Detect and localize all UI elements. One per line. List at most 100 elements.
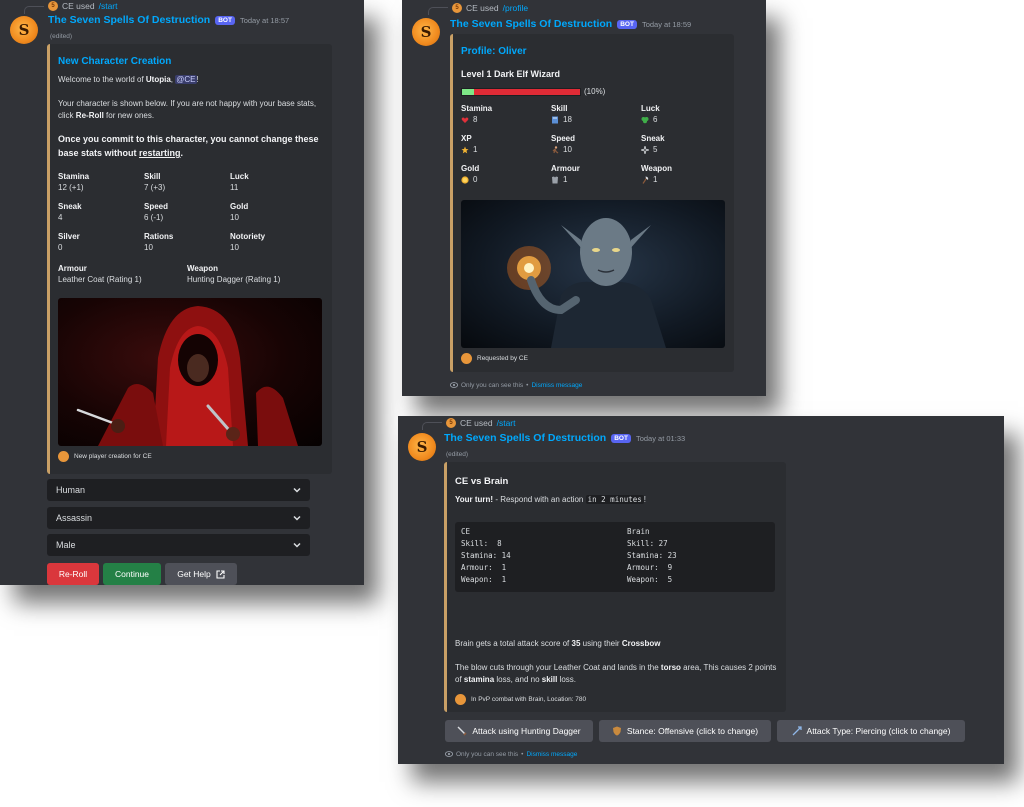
continue-button[interactable]: Continue xyxy=(103,563,161,585)
shown-suffix: for new ones. xyxy=(106,111,155,120)
svg-text:S: S xyxy=(421,23,432,41)
gender-select[interactable]: Male xyxy=(47,534,310,556)
reply-command[interactable]: /start xyxy=(497,418,516,428)
eye-icon xyxy=(445,751,453,757)
opponent-stat-line: Stamina: 23 xyxy=(627,551,677,560)
field-name: Armour xyxy=(58,264,87,273)
field-value: 11 xyxy=(230,183,239,192)
value-text: 8 xyxy=(473,115,478,124)
reply-avatar: 5 xyxy=(446,418,456,428)
combat-panel: 5 CE used /start S The Seven Spells Of D… xyxy=(398,416,1004,764)
embed-footer: New player creation for CE xyxy=(58,451,152,462)
field-stamina: Stamina 8 xyxy=(461,104,551,126)
field-value: 6 (-1) xyxy=(144,213,164,222)
separator-dot: • xyxy=(521,750,524,758)
footer-text: In PvP combat with Brain, Location: 780 xyxy=(471,696,587,703)
field-name: Speed xyxy=(551,134,576,143)
ephemeral-notice: Only you can see this • Dismiss message xyxy=(445,750,577,758)
field-armour: Armour 1 xyxy=(551,164,641,186)
reply-avatar: 5 xyxy=(452,3,462,13)
blow-end: loss. xyxy=(559,675,577,684)
value-text: 1 xyxy=(563,175,568,184)
field-value: Leather Coat (Rating 1) xyxy=(58,275,142,284)
attack-button[interactable]: Attack using Hunting Dagger xyxy=(445,720,593,742)
command-reply[interactable]: 5 CE used /profile xyxy=(452,3,528,13)
stance-button[interactable]: Stance: Offensive (click to change) xyxy=(599,720,771,742)
star-icon xyxy=(461,146,469,154)
welcome-suffix: ! xyxy=(196,75,199,84)
player-stat-line: Armour: 1 xyxy=(461,563,507,572)
turn-text: Your turn! - Respond with an action in 2… xyxy=(455,494,646,506)
attack-mid: using their xyxy=(582,639,620,648)
field-notoriety: Notoriety 10 xyxy=(230,232,316,254)
field-value: 8 xyxy=(461,114,551,126)
profile-panel: 5 CE used /profile S The Seven Spells Of… xyxy=(402,0,766,396)
field-name: Sneak xyxy=(58,202,82,211)
field-name: Gold xyxy=(461,164,480,173)
bot-name[interactable]: The Seven Spells Of Destruction xyxy=(450,18,612,30)
field-value: 1 xyxy=(551,174,641,186)
field-luck: Luck 6 xyxy=(641,104,731,126)
field-value: Hunting Dagger (Rating 1) xyxy=(187,275,281,284)
opponent-stats: Brain Skill: 27 Stamina: 23 Armour: 9 Weapon… xyxy=(627,526,677,586)
command-reply[interactable]: 5 CE used /start xyxy=(446,418,516,428)
bot-avatar[interactable]: S xyxy=(10,16,38,44)
button-label: Attack using Hunting Dagger xyxy=(472,726,581,736)
field-name: Rations xyxy=(144,232,174,241)
ephemeral-text: Only you can see this xyxy=(456,750,519,758)
bot-tag: BOT xyxy=(617,19,637,29)
ephemeral-notice: Only you can see this • Dismiss message xyxy=(450,381,582,389)
field-name: Armour xyxy=(551,164,580,173)
player-stat-line: Stamina: 14 xyxy=(461,551,511,560)
coin-icon xyxy=(461,176,469,184)
equipment-grid: Armour Leather Coat (Rating 1) Weapon Hunt… xyxy=(58,264,316,286)
dismiss-message-link[interactable]: Dismiss message xyxy=(526,751,577,758)
world-name: Utopia xyxy=(145,75,171,84)
field-value: 10 xyxy=(230,213,239,222)
field-sneak: Sneak 4 xyxy=(58,202,144,224)
reply-command[interactable]: /start xyxy=(99,1,118,11)
dismiss-message-link[interactable]: Dismiss message xyxy=(531,382,582,389)
field-value: 0 xyxy=(58,243,63,252)
footer-text: Requested by CE xyxy=(477,355,528,362)
user-mention[interactable]: @CE xyxy=(175,75,197,84)
reply-command[interactable]: /profile xyxy=(503,3,529,13)
field-name: Stamina xyxy=(461,104,493,113)
get-help-button[interactable]: Get Help xyxy=(165,563,237,585)
field-name: Luck xyxy=(230,172,249,181)
field-skill: Skill 18 xyxy=(551,104,641,126)
race-select[interactable]: Human xyxy=(47,479,310,501)
message-header: The Seven Spells Of Destruction BOT Toda… xyxy=(48,14,289,26)
xp-progress-fill xyxy=(462,89,474,95)
field-value: 1 xyxy=(641,174,731,186)
running-icon xyxy=(552,146,559,154)
field-sneak: Sneak 5 xyxy=(641,134,731,156)
player-stats: CE Skill: 8 Stamina: 14 Armour: 1 Weapon: 1 xyxy=(461,526,511,586)
attack-score: 35 xyxy=(571,639,581,648)
eye-icon xyxy=(450,382,458,388)
attack-prefix: Brain gets a total attack score of xyxy=(455,639,570,648)
bot-avatar[interactable]: S xyxy=(412,18,440,46)
field-value: 12 (+1) xyxy=(58,183,84,192)
embed-title: CE vs Brain xyxy=(455,476,509,487)
combat-stats-block: CE Skill: 8 Stamina: 14 Armour: 1 Weapon: 1 … xyxy=(455,522,775,592)
timestamp: Today at 18:59 xyxy=(641,19,692,29)
bot-name[interactable]: The Seven Spells Of Destruction xyxy=(48,14,210,26)
attack-type-button[interactable]: Attack Type: Piercing (click to change) xyxy=(777,720,965,742)
character-portrait[interactable] xyxy=(461,200,725,348)
select-value: Assassin xyxy=(56,513,93,523)
reply-user: CE used xyxy=(62,1,95,11)
field-name: Skill xyxy=(551,104,568,113)
field-name: Weapon xyxy=(187,264,218,273)
field-speed: Speed 6 (-1) xyxy=(144,202,230,224)
bot-avatar[interactable]: S xyxy=(408,433,436,461)
bot-logo-icon: S xyxy=(19,21,30,39)
class-select[interactable]: Assassin xyxy=(47,507,310,529)
reroll-button[interactable]: Re-Roll xyxy=(47,563,99,585)
value-text: 10 xyxy=(563,145,572,154)
stats-grid: Stamina 12 (+1) Skill 7 (+3) Luck 11 Sneak 4… xyxy=(58,172,316,254)
character-image[interactable] xyxy=(58,298,322,446)
field-value: 10 xyxy=(551,144,641,156)
command-reply[interactable]: 5 CE used /start xyxy=(48,1,118,11)
bot-name[interactable]: The Seven Spells Of Destruction xyxy=(444,432,606,444)
